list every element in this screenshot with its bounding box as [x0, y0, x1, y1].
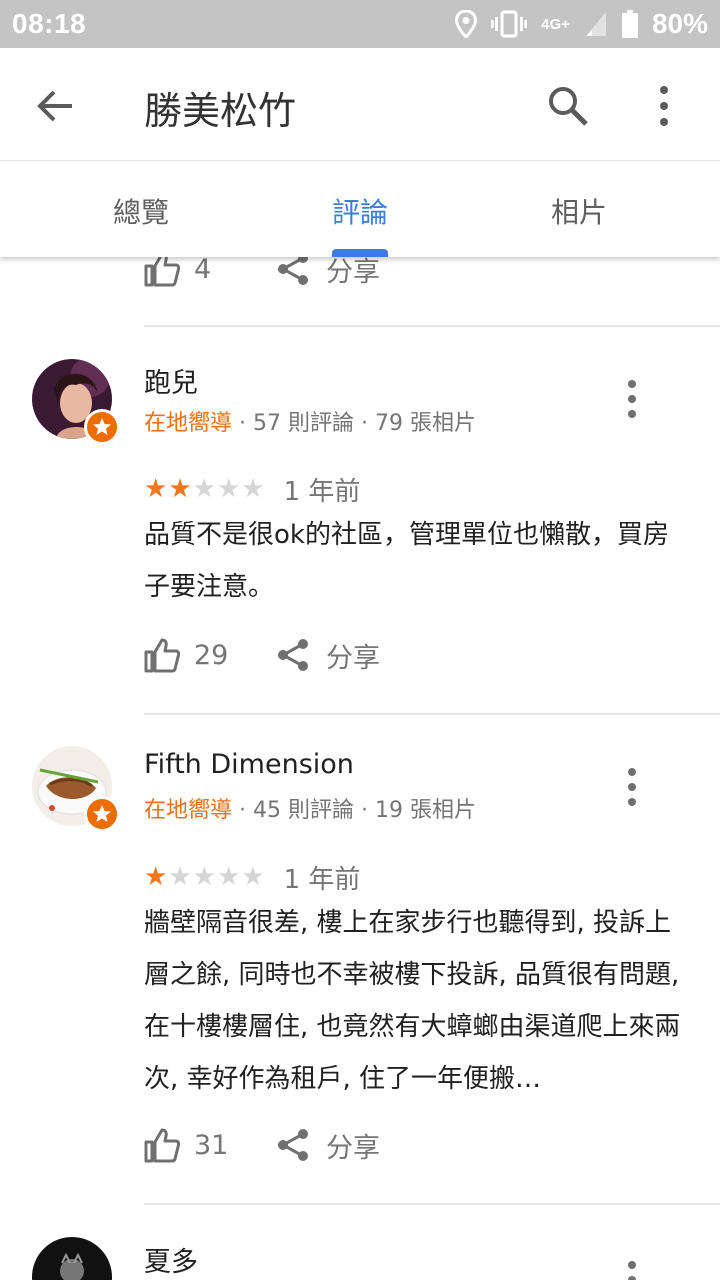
reviewer-meta: 在地嚮導 · 57 則評論 · 79 張相片 — [144, 405, 476, 437]
local-guide-label: 在地嚮導 — [144, 411, 233, 436]
share-icon[interactable] — [276, 638, 310, 672]
share-label[interactable]: 分享 — [326, 257, 380, 289]
star-icon: ★ — [192, 862, 216, 892]
status-bar: 08:18 4G+ 80% — [0, 0, 720, 48]
star-icon: ★ — [216, 474, 241, 504]
signal-icon — [585, 12, 606, 36]
review-counts: · 57 則評論 · 79 張相片 — [232, 411, 476, 436]
star-icon: ★ — [192, 474, 216, 504]
star-badge-icon — [93, 805, 111, 822]
avatar[interactable] — [32, 746, 120, 832]
location-icon — [455, 10, 478, 38]
network-type: 4G+ — [541, 15, 570, 33]
previous-review-actions: 4 分享 — [144, 257, 380, 289]
app-bar: 勝美松竹 — [0, 48, 720, 161]
review-actions: 31 分享 — [144, 1125, 380, 1165]
star-icon: ★ — [168, 862, 192, 892]
avatar-photo — [32, 1237, 112, 1280]
status-time: 08:18 — [12, 8, 87, 39]
rating-row: ★ ★ ★ ★ ★ 1 年前 — [144, 472, 361, 507]
share-label[interactable]: 分享 — [326, 636, 380, 675]
review-more-icon[interactable] — [622, 1260, 642, 1280]
tab-reviews[interactable]: 評論 — [332, 191, 388, 231]
star-icon: ★ — [168, 474, 192, 504]
reviewer-name[interactable]: 夏多 — [144, 1240, 198, 1279]
review-text[interactable]: 牆壁隔音很差, 樓上在家步行也聽得到, 投訴上層之餘, 同時也不幸被樓下投訴, … — [144, 897, 689, 1105]
reviewer-name[interactable]: 跑兒 — [144, 361, 198, 400]
star-icon: ★ — [216, 862, 241, 892]
tab-overview[interactable]: 總覽 — [113, 191, 169, 231]
review-time: 1 年前 — [283, 864, 361, 895]
vibrate-icon — [491, 10, 528, 38]
like-count: 4 — [194, 257, 212, 285]
battery-percent: 80% — [651, 8, 708, 39]
share-icon[interactable] — [276, 257, 310, 286]
star-icon: ★ — [241, 474, 265, 504]
active-tab-indicator — [332, 249, 388, 257]
more-options-icon[interactable] — [646, 84, 682, 128]
divider — [144, 713, 720, 715]
like-count: 29 — [194, 639, 229, 671]
reviewer-meta: 在地嚮導 · 45 則評論 · 19 張相片 — [144, 792, 476, 824]
review-time: 1 年前 — [283, 476, 361, 507]
battery-icon — [621, 10, 638, 38]
thumbs-up-icon[interactable] — [144, 637, 180, 673]
review-counts: · 45 則評論 · 19 張相片 — [232, 798, 476, 823]
reviewer-name[interactable]: Fifth Dimension — [144, 749, 354, 780]
thumbs-up-icon[interactable] — [144, 257, 180, 287]
local-guide-badge — [84, 409, 120, 445]
avatar[interactable] — [32, 359, 120, 445]
status-icons: 4G+ 80% — [455, 6, 708, 42]
review-text[interactable]: 品質不是很ok的社區，管理單位也懶散，買房子要注意。 — [144, 509, 689, 613]
divider — [144, 1203, 720, 1205]
star-badge-icon — [93, 418, 111, 435]
divider — [144, 325, 720, 327]
review-more-icon[interactable] — [622, 767, 642, 807]
back-arrow-icon[interactable] — [34, 84, 78, 128]
reviews-list[interactable]: 4 分享 跑兒 在地嚮導 · 57 則評論 · 79 張相片 ★ ★ ★ ★ ★… — [0, 257, 720, 1280]
search-icon[interactable] — [546, 84, 590, 128]
star-icon: ★ — [241, 862, 265, 892]
like-count: 31 — [194, 1129, 229, 1161]
page-title: 勝美松竹 — [144, 89, 297, 133]
share-label[interactable]: 分享 — [326, 1126, 380, 1165]
review-more-icon[interactable] — [622, 379, 642, 419]
thumbs-up-icon[interactable] — [144, 1127, 180, 1163]
rating-row: ★ ★ ★ ★ ★ 1 年前 — [144, 860, 361, 895]
star-icon: ★ — [144, 474, 168, 504]
share-icon[interactable] — [276, 1128, 310, 1162]
local-guide-label: 在地嚮導 — [144, 798, 233, 823]
local-guide-badge — [84, 796, 120, 832]
tab-bar: 總覽 評論 相片 — [0, 161, 720, 257]
review-actions: 29 分享 — [144, 635, 380, 675]
avatar[interactable] — [32, 1237, 112, 1280]
star-icon: ★ — [144, 862, 168, 892]
tab-photos[interactable]: 相片 — [551, 191, 607, 231]
